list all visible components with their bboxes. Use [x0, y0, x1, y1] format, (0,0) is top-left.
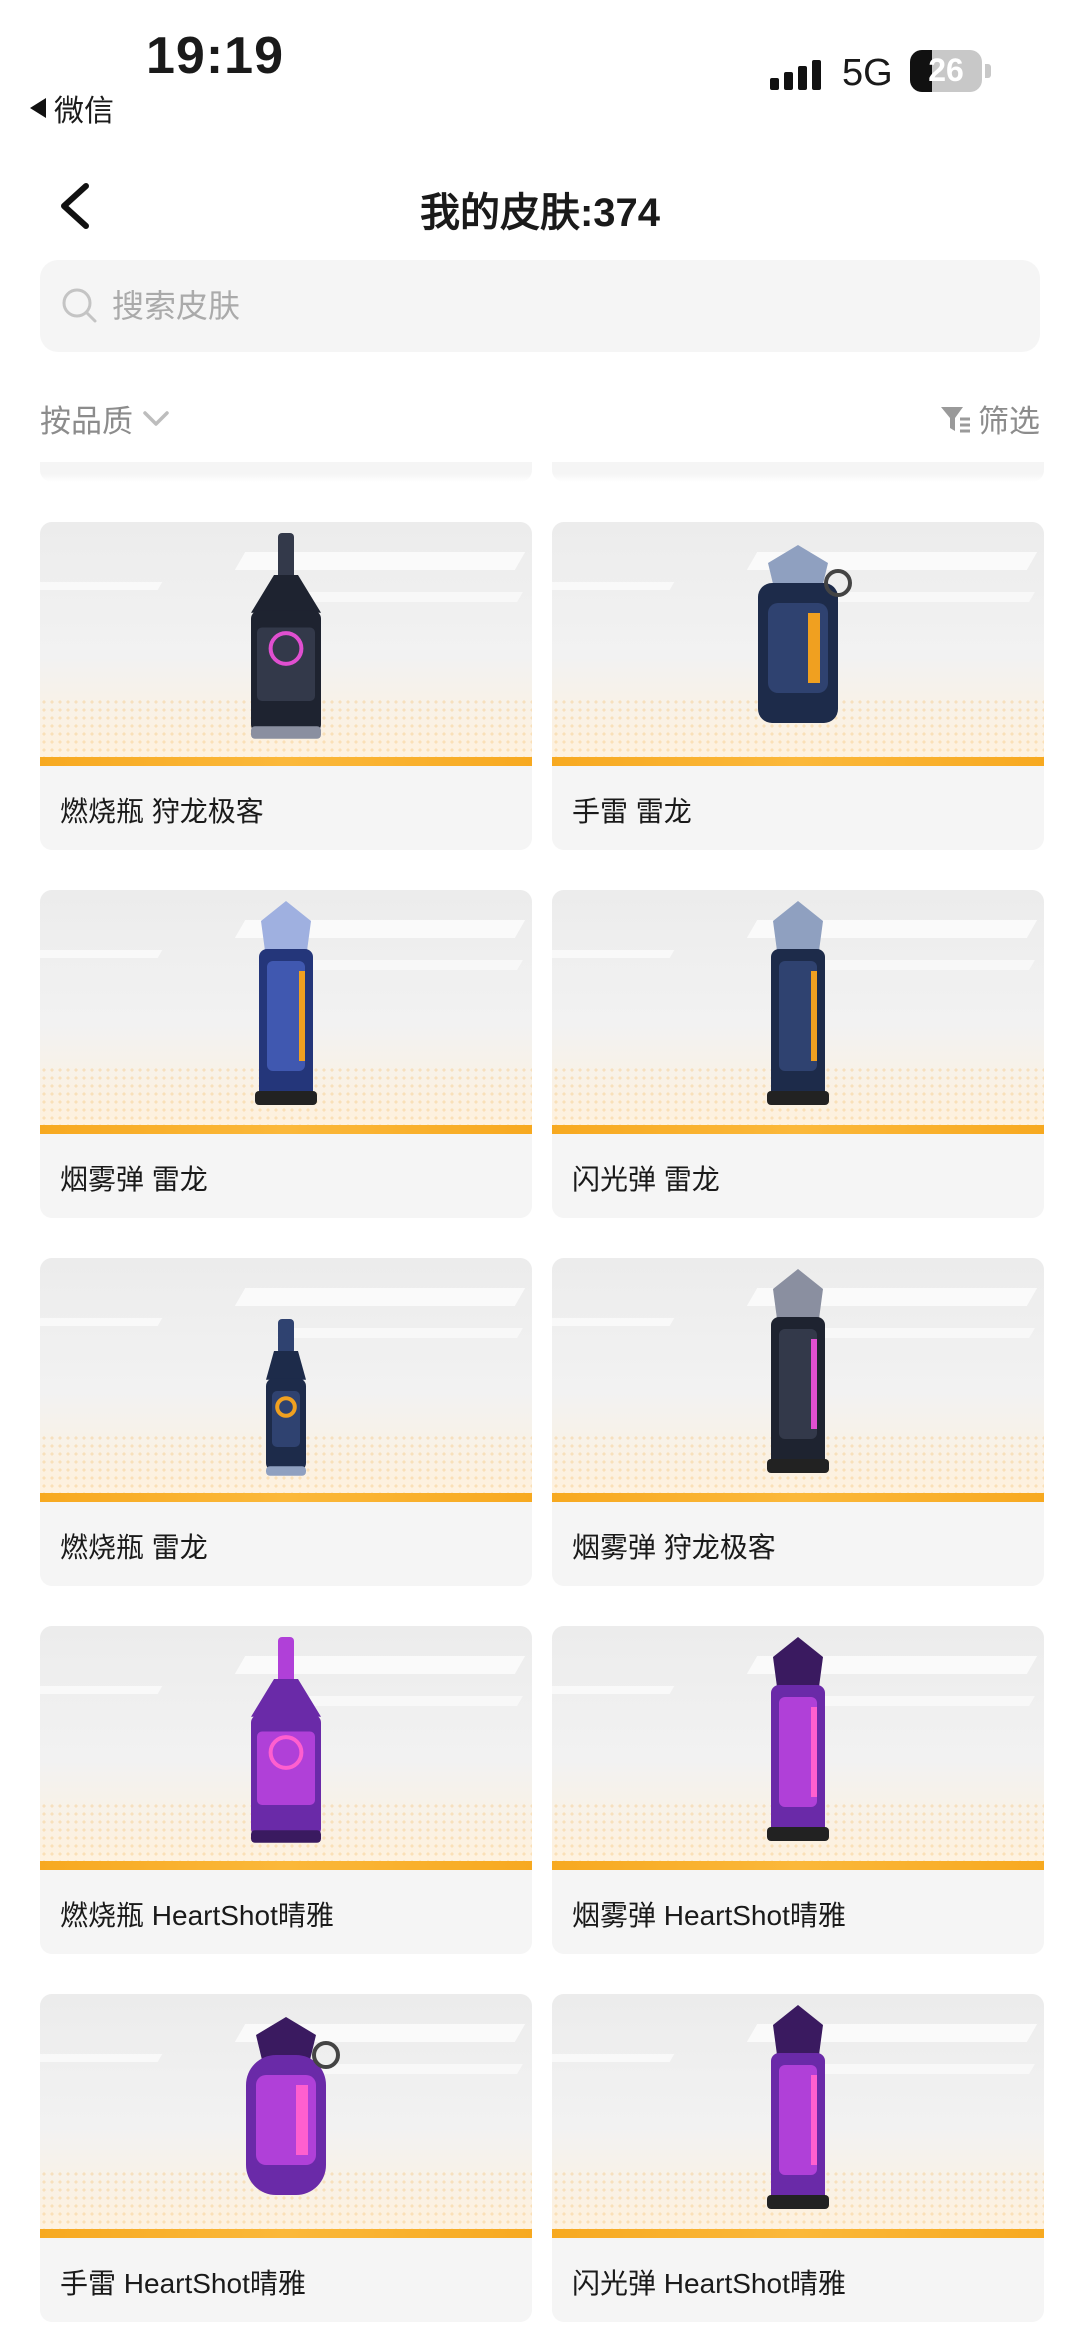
skin-item-icon — [226, 2015, 346, 2220]
skin-image — [40, 1258, 532, 1502]
skin-image — [552, 1626, 1044, 1870]
rarity-bar — [40, 2229, 532, 2238]
battery-level: 26 — [928, 52, 964, 88]
skin-card[interactable]: 手雷 HeartShot晴雅 — [40, 1994, 532, 2322]
card-cut-off — [552, 462, 1044, 482]
skin-card[interactable]: 闪光弹 HeartShot晴雅 — [552, 1994, 1044, 2322]
rarity-bar — [40, 1125, 532, 1134]
page-title: 我的皮肤:374 — [419, 191, 661, 235]
skin-card[interactable]: 烟雾弹 狩龙极客 — [552, 1258, 1044, 1586]
network-type: 5G — [842, 52, 893, 94]
skin-name: 手雷 HeartShot晴雅 — [60, 2268, 306, 2299]
skin-image — [40, 890, 532, 1134]
skin-item-icon — [753, 1637, 843, 1852]
battery-icon: 26 — [910, 50, 982, 92]
skin-card[interactable]: 闪光弹 雷龙 — [552, 890, 1044, 1218]
skin-image — [552, 1994, 1044, 2238]
chevron-down-icon — [143, 410, 169, 426]
back-triangle-icon — [30, 98, 46, 118]
rarity-bar — [552, 2229, 1044, 2238]
skin-item-icon — [241, 533, 331, 748]
skin-item-icon — [753, 901, 843, 1116]
sort-label: 按品质 — [40, 404, 133, 439]
search-bar[interactable] — [40, 260, 1040, 352]
skin-card[interactable]: 燃烧瓶 狩龙极客 — [40, 522, 532, 850]
skin-item-icon — [753, 1269, 843, 1484]
rarity-bar — [552, 1493, 1044, 1502]
skin-name: 烟雾弹 狩龙极客 — [572, 1532, 776, 1563]
rarity-bar — [40, 757, 532, 766]
back-app-label: 微信 — [54, 95, 114, 128]
skin-image — [552, 522, 1044, 766]
skin-image — [552, 1258, 1044, 1502]
skin-name: 燃烧瓶 雷龙 — [60, 1532, 208, 1563]
skin-name: 烟雾弹 雷龙 — [60, 1164, 208, 1195]
status-time: 19:19 — [146, 27, 284, 85]
page-header: 我的皮肤:374 — [0, 160, 1080, 250]
skin-name: 闪光弹 雷龙 — [572, 1164, 720, 1195]
signal-icon — [770, 56, 821, 90]
filter-button[interactable]: 筛选 — [938, 396, 1040, 441]
skin-image — [40, 1994, 532, 2238]
skin-image — [552, 890, 1044, 1134]
rarity-bar — [552, 757, 1044, 766]
filter-icon — [941, 406, 970, 432]
skin-image — [40, 1626, 532, 1870]
rarity-bar — [40, 1861, 532, 1870]
card-cut-off — [40, 462, 532, 482]
skin-card[interactable]: 手雷 雷龙 — [552, 522, 1044, 850]
search-input[interactable] — [112, 287, 1012, 325]
skin-name: 闪光弹 HeartShot晴雅 — [572, 2268, 846, 2299]
sort-dropdown[interactable]: 按品质 — [40, 396, 171, 441]
battery-cap — [985, 64, 991, 78]
rarity-bar — [40, 1493, 532, 1502]
skin-item-icon — [241, 901, 331, 1116]
skin-name: 烟雾弹 HeartShot晴雅 — [572, 1900, 846, 1931]
skin-name: 燃烧瓶 HeartShot晴雅 — [60, 1900, 334, 1931]
back-to-app-link[interactable]: 微信 — [30, 86, 114, 130]
skin-item-icon — [738, 543, 858, 748]
skin-name: 手雷 雷龙 — [572, 796, 692, 827]
skin-name: 燃烧瓶 狩龙极客 — [60, 796, 264, 827]
status-bar: 19:19 微信 5G 26 — [0, 0, 1080, 130]
skin-item-icon — [241, 1637, 331, 1852]
rarity-bar — [552, 1125, 1044, 1134]
skin-grid: 燃烧瓶 狩龙极客 手雷 雷龙 烟雾弹 雷龙 闪光弹 雷龙 燃烧瓶 雷龙 烟雾弹 … — [40, 522, 1044, 2322]
skin-card[interactable]: 燃烧瓶 HeartShot晴雅 — [40, 1626, 532, 1954]
filter-label: 筛选 — [978, 404, 1040, 439]
rarity-bar — [552, 1861, 1044, 1870]
skin-card[interactable]: 燃烧瓶 雷龙 — [40, 1258, 532, 1586]
skin-image — [40, 522, 532, 766]
skin-item-icon — [753, 2005, 843, 2220]
skin-item-icon — [256, 1319, 316, 1484]
search-icon — [62, 288, 97, 323]
skin-card[interactable]: 烟雾弹 雷龙 — [40, 890, 532, 1218]
skin-card[interactable]: 烟雾弹 HeartShot晴雅 — [552, 1626, 1044, 1954]
